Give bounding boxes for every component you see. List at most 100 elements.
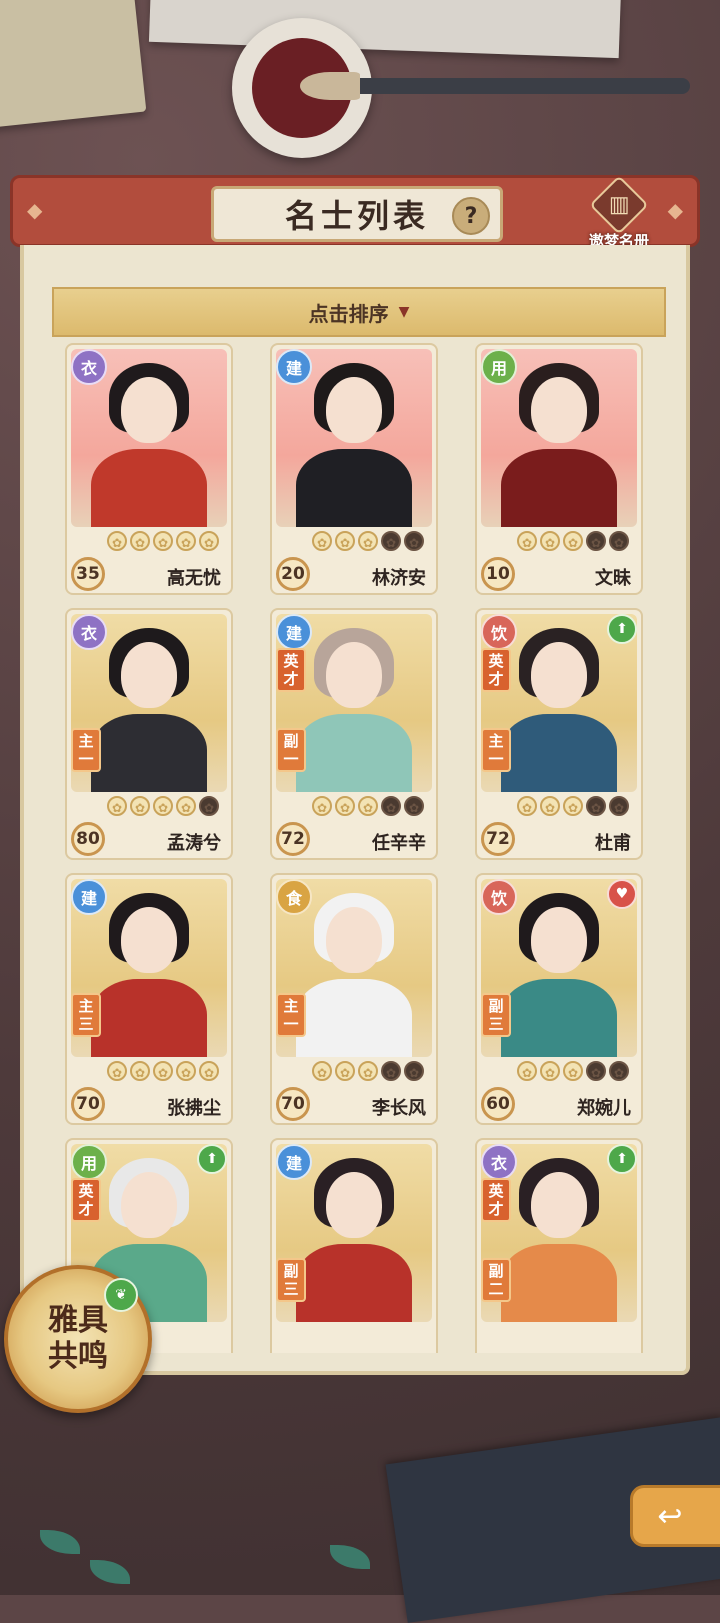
character-card[interactable]: 衣英才副二 ⬆ <box>475 1138 643 1353</box>
character-name: 任辛辛 <box>372 833 426 854</box>
upgrade-arrow-icon: ⬆ <box>607 1144 637 1174</box>
brush-tip-decor <box>300 72 360 100</box>
figure-body <box>501 714 617 792</box>
star-icon: ✿ <box>153 1061 173 1081</box>
star-icon: ✿ <box>517 1061 537 1081</box>
star-icon: ✿ <box>312 531 332 551</box>
star-rating: ✿ ✿ ✿ ✿ ✿ <box>517 1061 629 1081</box>
star-rating: ✿ ✿ ✿ ✿ ✿ <box>107 796 219 816</box>
role-tag: 副二 <box>481 1258 511 1302</box>
type-badge: 建 <box>276 1144 312 1180</box>
star-icon: ✿ <box>358 796 378 816</box>
figure-body <box>501 979 617 1057</box>
figure-face <box>531 377 587 443</box>
star-rating: ✿ ✿ ✿ ✿ ✿ <box>312 531 424 551</box>
role-tag: 副三 <box>276 1258 306 1302</box>
star-icon: ✿ <box>540 531 560 551</box>
resonance-label: 雅具共鸣 <box>48 1303 108 1374</box>
page-title: 名士列表 <box>284 197 429 235</box>
star-icon: ✿ <box>130 1061 150 1081</box>
star-icon: ✿ <box>107 1061 127 1081</box>
star-rating: ✿ ✿ ✿ ✿ ✿ <box>107 1061 219 1081</box>
talent-tag: 英才 <box>481 648 511 692</box>
character-name: 张拂尘 <box>167 1098 221 1119</box>
figure-body <box>91 449 207 527</box>
character-card[interactable]: 建副三 <box>270 1138 438 1353</box>
star-icon: ✿ <box>586 531 606 551</box>
type-badge: 用 <box>481 349 517 385</box>
character-card[interactable]: 建主三 ✿ ✿ ✿ ✿ ✿ 70 张拂尘 <box>65 873 233 1125</box>
panel-header: 名士列表 ? ▥ 遨梦名册 <box>10 175 700 250</box>
figure-face <box>531 1172 587 1238</box>
book-icon: ▥ <box>589 175 649 235</box>
level-badge: 80 <box>71 822 105 856</box>
title-plate: 名士列表 ? <box>211 186 503 242</box>
talent-tag: 英才 <box>71 1178 101 1222</box>
role-tag: 主一 <box>276 993 306 1037</box>
type-badge: 建 <box>71 879 107 915</box>
star-icon: ✿ <box>563 1061 583 1081</box>
star-icon: ✿ <box>609 796 629 816</box>
talent-tag: 英才 <box>276 648 306 692</box>
character-card[interactable]: 建英才副一 ✿ ✿ ✿ ✿ ✿ 72 任辛辛 <box>270 608 438 860</box>
star-icon: ✿ <box>130 796 150 816</box>
figure-body <box>296 1244 412 1322</box>
figure-body <box>91 714 207 792</box>
star-icon: ✿ <box>381 531 401 551</box>
character-card[interactable]: 用 ✿ ✿ ✿ ✿ ✿ 10 文昧 <box>475 343 643 595</box>
figure-face <box>326 1172 382 1238</box>
star-icon: ✿ <box>199 1061 219 1081</box>
level-badge: 70 <box>276 1087 310 1121</box>
level-badge: 20 <box>276 557 310 591</box>
star-icon: ✿ <box>107 531 127 551</box>
star-icon: ✿ <box>335 531 355 551</box>
character-card[interactable]: 饮副三 ♥ ✿ ✿ ✿ ✿ ✿ 60 郑婉儿 <box>475 873 643 1125</box>
figure-face <box>121 1172 177 1238</box>
star-icon: ✿ <box>176 1061 196 1081</box>
star-icon: ✿ <box>586 1061 606 1081</box>
leaf-badge-icon: ❦ <box>104 1278 138 1312</box>
star-icon: ✿ <box>130 531 150 551</box>
upgrade-arrow-icon: ⬆ <box>197 1144 227 1174</box>
star-icon: ✿ <box>609 1061 629 1081</box>
heart-icon: ♥ <box>607 879 637 909</box>
star-icon: ✿ <box>404 531 424 551</box>
character-card[interactable]: 衣主一 ✿ ✿ ✿ ✿ ✿ 80 孟涛兮 <box>65 608 233 860</box>
figure-face <box>326 907 382 973</box>
level-badge: 60 <box>481 1087 515 1121</box>
level-badge: 35 <box>71 557 105 591</box>
figure-face <box>121 377 177 443</box>
star-icon: ✿ <box>358 531 378 551</box>
star-icon: ✿ <box>517 796 537 816</box>
level-badge: 70 <box>71 1087 105 1121</box>
role-tag: 主一 <box>481 728 511 772</box>
star-icon: ✿ <box>381 796 401 816</box>
star-icon: ✿ <box>404 796 424 816</box>
type-badge: 饮 <box>481 614 517 650</box>
type-badge: 用 <box>71 1144 107 1180</box>
character-card[interactable]: 衣 ✿ ✿ ✿ ✿ ✿ 35 高无忧 <box>65 343 233 595</box>
star-icon: ✿ <box>563 796 583 816</box>
character-card[interactable]: 建 ✿ ✿ ✿ ✿ ✿ 20 林济安 <box>270 343 438 595</box>
back-button[interactable]: ↩ <box>630 1485 720 1547</box>
type-badge: 衣 <box>71 614 107 650</box>
sort-button[interactable]: 点击排序 ▼ <box>52 287 666 337</box>
brush-decor <box>310 78 690 94</box>
question-icon[interactable]: ? <box>452 197 490 235</box>
type-badge: 建 <box>276 349 312 385</box>
figure-body <box>296 979 412 1057</box>
type-badge: 衣 <box>71 349 107 385</box>
figure-body <box>296 714 412 792</box>
dream-book-button[interactable]: ▥ 遨梦名册 <box>579 175 659 250</box>
star-icon: ✿ <box>312 1061 332 1081</box>
character-card[interactable]: 食主一 ✿ ✿ ✿ ✿ ✿ 70 李长风 <box>270 873 438 1125</box>
character-name: 李长风 <box>372 1098 426 1119</box>
character-name: 杜甫 <box>595 833 631 854</box>
star-icon: ✿ <box>540 796 560 816</box>
role-tag: 副三 <box>481 993 511 1037</box>
character-card[interactable]: 饮英才主一 ⬆ ✿ ✿ ✿ ✿ ✿ 72 杜甫 <box>475 608 643 860</box>
figure-body <box>296 449 412 527</box>
sort-label: 点击排序 <box>308 301 389 326</box>
star-rating: ✿ ✿ ✿ ✿ ✿ <box>312 1061 424 1081</box>
character-name: 文昧 <box>595 568 631 589</box>
